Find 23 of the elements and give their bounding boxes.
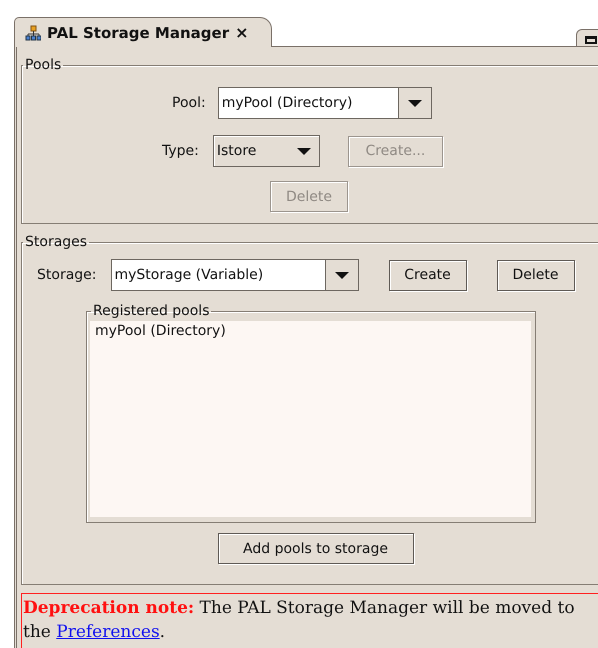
close-button[interactable]: × (235, 23, 249, 42)
storage-label: Storage: (37, 267, 96, 284)
type-label: Type: (162, 143, 199, 159)
storage-dropdown[interactable]: myStorage (Variable) (110, 259, 358, 292)
view-tab[interactable]: PAL Storage Manager × (14, 17, 272, 47)
add-pools-button[interactable]: Add pools to storage (218, 533, 414, 564)
tab-title: PAL Storage Manager (47, 24, 230, 42)
create-button[interactable]: Create (388, 260, 466, 291)
group-title: Registered pools (92, 303, 210, 320)
hierarchy-icon (25, 24, 41, 40)
type-dropdown[interactable]: Istore (212, 135, 320, 167)
list-item[interactable]: myPool (Directory) (90, 321, 531, 342)
deprecation-note: Deprecation note: The PAL Storage Manager will be moved to the Preferences. (21, 593, 598, 648)
delete-button[interactable]: Delete (496, 260, 574, 291)
preferences-link[interactable]: Preferences (56, 622, 160, 642)
maximize-button[interactable] (576, 29, 598, 46)
dropdown-arrow-icon (296, 148, 311, 154)
pool-dropdown[interactable]: myPool (Directory) (218, 87, 432, 119)
dropdown-arrow-icon (334, 272, 348, 279)
dropdown-arrow-icon (408, 100, 422, 106)
pool-label: Pool: (172, 95, 206, 111)
group-title: Pools (24, 57, 62, 73)
group-title: Storages (24, 234, 88, 250)
